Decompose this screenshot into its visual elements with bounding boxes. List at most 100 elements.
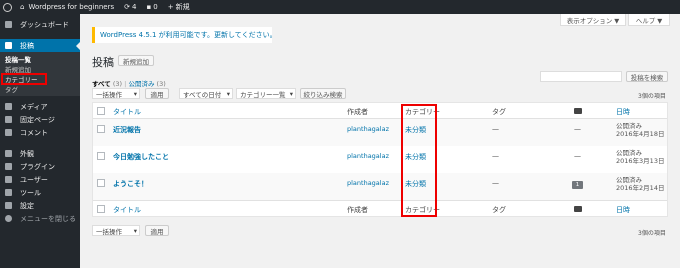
post-comments: — bbox=[574, 152, 581, 160]
wordpress-logo-icon[interactable] bbox=[3, 2, 12, 12]
wrench-icon bbox=[5, 189, 12, 196]
filter-published-count: (3) bbox=[156, 80, 166, 88]
filter-all-count: (3) bbox=[112, 80, 123, 88]
comment-icon bbox=[5, 129, 12, 136]
row-checkbox[interactable] bbox=[97, 179, 105, 187]
comments-count[interactable]: 0 bbox=[153, 3, 157, 11]
items-count-top: 3個の項目 bbox=[638, 93, 666, 100]
site-name-link[interactable]: Wordpress for beginners bbox=[28, 3, 114, 11]
chevron-down-icon: ▾ bbox=[133, 89, 137, 98]
admin-sidebar: ダッシュボード 投稿 投稿一覧 新規追加 カテゴリー タグ メディア 固定ページ… bbox=[0, 14, 80, 268]
comment-bubble-icon[interactable] bbox=[574, 108, 582, 114]
chevron-down-icon: ▾ bbox=[226, 89, 230, 98]
posts-table: タイトル 作成者 カテゴリー タグ 日時 近況報告 planthagalaz 未… bbox=[92, 102, 668, 217]
admin-bar: ⌂ Wordpress for beginners ⟳ 4 ▪ 0 + 新規 bbox=[0, 0, 680, 14]
chevron-down-icon: ▾ bbox=[133, 226, 137, 235]
updates-icon[interactable]: ⟳ bbox=[124, 3, 130, 11]
column-title[interactable]: タイトル bbox=[113, 107, 141, 117]
users-icon bbox=[5, 176, 12, 183]
search-input[interactable] bbox=[540, 71, 622, 82]
items-count-bottom: 3個の項目 bbox=[638, 230, 666, 237]
menu-posts[interactable]: 投稿 bbox=[0, 39, 80, 52]
menu-plugins[interactable]: プラグイン bbox=[0, 160, 80, 173]
row-checkbox[interactable] bbox=[97, 152, 105, 160]
submenu-categories[interactable]: カテゴリー bbox=[1, 73, 47, 85]
select-all-checkbox[interactable] bbox=[97, 107, 105, 115]
post-comments: — bbox=[574, 125, 581, 133]
post-title-link[interactable]: 近況報告 bbox=[113, 125, 141, 135]
update-notice: WordPress 4.5.1 が利用可能です。 更新してください。 bbox=[92, 27, 277, 43]
category-column-highlight bbox=[401, 104, 437, 217]
column-date[interactable]: 日時 bbox=[616, 107, 630, 117]
menu-pages[interactable]: 固定ページ bbox=[0, 113, 80, 126]
settings-icon bbox=[5, 202, 12, 209]
submenu-add-new[interactable]: 新規追加 bbox=[0, 64, 80, 74]
column-tags: タグ bbox=[492, 108, 506, 116]
help-button[interactable]: ヘルプ ▼ bbox=[628, 14, 670, 26]
column-date-footer[interactable]: 日時 bbox=[616, 205, 630, 215]
media-icon bbox=[5, 103, 12, 110]
page-icon bbox=[5, 116, 12, 123]
posts-submenu: 投稿一覧 新規追加 カテゴリー タグ bbox=[0, 52, 80, 96]
table-row: 近況報告 planthagalaz 未分類 — — 公開済み 2016年4月18… bbox=[93, 119, 667, 146]
post-tags: — bbox=[492, 125, 499, 133]
post-tags: — bbox=[492, 152, 499, 160]
post-title-link[interactable]: 今日勉強したこと bbox=[113, 152, 169, 162]
status-filter: すべて (3) | 公開済み (3) bbox=[92, 78, 166, 88]
filter-button[interactable]: 絞り込み検索 bbox=[300, 88, 346, 99]
comments-icon[interactable]: ▪ bbox=[146, 3, 151, 11]
collapse-menu[interactable]: メニューを閉じる bbox=[0, 212, 80, 225]
menu-tools[interactable]: ツール bbox=[0, 186, 80, 199]
menu-comments[interactable]: コメント bbox=[0, 126, 80, 139]
updates-count[interactable]: 4 bbox=[132, 3, 136, 11]
update-link[interactable]: 更新してください。 bbox=[214, 30, 277, 40]
post-author-link[interactable]: planthagalaz bbox=[347, 152, 389, 160]
menu-settings[interactable]: 設定 bbox=[0, 199, 80, 212]
comment-count-bubble[interactable]: 1 bbox=[572, 181, 583, 189]
plus-icon[interactable]: + bbox=[168, 3, 174, 11]
search-posts-button[interactable]: 投稿を検索 bbox=[626, 71, 668, 82]
new-content-link[interactable]: 新規 bbox=[176, 2, 190, 12]
menu-dashboard[interactable]: ダッシュボード bbox=[0, 18, 80, 31]
post-author-link[interactable]: planthagalaz bbox=[347, 125, 389, 133]
post-date: 2016年3月13日 bbox=[616, 157, 665, 165]
apply-button-top[interactable]: 適用 bbox=[145, 88, 169, 99]
menu-appearance[interactable]: 外観 bbox=[0, 147, 80, 160]
table-footer: タイトル 作成者 カテゴリー タグ 日時 bbox=[93, 200, 667, 216]
date-filter-select[interactable]: すべての日付 ▾ bbox=[179, 88, 233, 99]
bulk-action-select-bottom[interactable]: 一括操作 ▾ bbox=[92, 225, 140, 236]
page-title: 投稿 bbox=[92, 56, 114, 69]
add-new-button[interactable]: 新規追加 bbox=[118, 55, 154, 66]
home-icon: ⌂ bbox=[20, 3, 25, 11]
post-title-link[interactable]: ようこそ！ bbox=[113, 179, 148, 189]
bulk-action-select-top[interactable]: 一括操作 ▾ bbox=[92, 88, 140, 99]
column-title-footer[interactable]: タイトル bbox=[113, 205, 141, 215]
menu-users[interactable]: ユーザー bbox=[0, 173, 80, 186]
dashboard-icon bbox=[5, 21, 12, 28]
submenu-all-posts[interactable]: 投稿一覧 bbox=[0, 54, 80, 64]
filter-published[interactable]: 公開済み bbox=[128, 80, 154, 88]
table-row: ようこそ！ planthagalaz 未分類 — 1 公開済み 2016年2月1… bbox=[93, 173, 667, 200]
column-author: 作成者 bbox=[347, 108, 368, 116]
pin-icon bbox=[5, 42, 12, 49]
post-date: 2016年2月14日 bbox=[616, 184, 665, 192]
notice-text: WordPress 4.5.1 が利用可能です。 bbox=[100, 31, 214, 39]
filter-all[interactable]: すべて bbox=[92, 80, 111, 88]
row-checkbox[interactable] bbox=[97, 125, 105, 133]
post-date-status: 公開済み bbox=[616, 122, 642, 130]
collapse-icon bbox=[5, 215, 12, 222]
apply-button-bottom[interactable]: 適用 bbox=[145, 225, 169, 236]
screen-options-button[interactable]: 表示オプション ▼ bbox=[560, 14, 626, 26]
column-tags-footer: タグ bbox=[492, 206, 506, 214]
comment-bubble-icon[interactable] bbox=[574, 206, 582, 212]
post-date-status: 公開済み bbox=[616, 149, 642, 157]
plugin-icon bbox=[5, 163, 12, 170]
select-all-checkbox-footer[interactable] bbox=[97, 205, 105, 213]
appearance-icon bbox=[5, 150, 12, 157]
menu-media[interactable]: メディア bbox=[0, 100, 80, 113]
filter-separator: | bbox=[124, 80, 127, 88]
category-filter-select[interactable]: カテゴリー一覧 ▾ bbox=[236, 88, 296, 99]
post-author-link[interactable]: planthagalaz bbox=[347, 179, 389, 187]
submenu-tags[interactable]: タグ bbox=[0, 84, 80, 94]
post-date-status: 公開済み bbox=[616, 176, 642, 184]
